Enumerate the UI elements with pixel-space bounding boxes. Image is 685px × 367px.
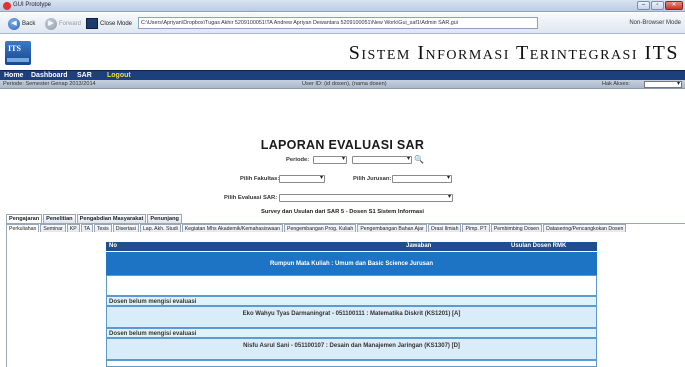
table-row: Dosen belum mengisi evaluasi	[106, 296, 597, 306]
row-status: Dosen belum mengisi evaluasi	[109, 299, 197, 305]
logo-text: ITS	[8, 44, 21, 53]
window-titlebar: GUI Prototype – ▫ ✕	[0, 0, 685, 12]
table-row: Dosen belum mengisi evaluasi	[106, 328, 597, 338]
faculty-select[interactable]	[279, 174, 325, 183]
browser-mode-label: Non-Browser Mode	[629, 20, 681, 26]
row-course: Eko Wahyu Tyas Darmaningrat - 051100111 …	[242, 311, 461, 317]
user-info: User ID: (id dosen), (nama dosen)	[302, 81, 387, 87]
close-mode-label: Close Mode	[100, 20, 133, 27]
main-menu: Home Dashboard SAR Logout	[0, 70, 685, 80]
subtab-kegiatan-mhs[interactable]: Kegiatan Mhs Akademik/Kemahasiswaan	[181, 224, 283, 232]
menu-sar[interactable]: SAR	[77, 71, 92, 80]
address-field[interactable]: C:\Users\Apriyan\Dropbox\Tugas Akhir 520…	[138, 17, 538, 29]
subtab-lap-akh-studi[interactable]: Lap. Akh. Studi	[139, 224, 181, 232]
subtab-datasering[interactable]: Datasering/Pencangkokan Dosen	[543, 224, 627, 232]
menu-logout[interactable]: Logout	[107, 71, 131, 80]
tab-penelitian[interactable]: Penelitian	[43, 214, 76, 223]
col-proposal: Usulan Dosen RMK	[511, 243, 567, 249]
period-select-1[interactable]	[313, 155, 347, 164]
sub-tabs: Perkuliahan Seminar KP TA Tesis Disertas…	[6, 223, 685, 232]
subtab-perkuliahan[interactable]: Perkuliahan	[6, 224, 40, 232]
menu-dashboard[interactable]: Dashboard	[31, 71, 68, 80]
subtab-disertasi[interactable]: Disertasi	[112, 224, 139, 232]
window-controls: – ▫ ✕	[637, 1, 683, 10]
forward-arrow-icon: ▶	[45, 17, 57, 30]
main-tabs: Pengajaran Penelitian Pengabdian Masyara…	[6, 214, 182, 224]
col-no: No	[109, 243, 117, 249]
window-title: GUI Prototype	[13, 2, 52, 8]
table-header: No Jawaban Usulan Dosen RMK	[106, 242, 597, 251]
close-mode-icon	[86, 18, 98, 29]
row-course: Nisfu Asrul Sani - 051100107 : Desain da…	[243, 343, 460, 349]
department-label: Pilih Jurusan:	[353, 176, 392, 182]
forward-label: Forward	[59, 20, 82, 27]
access-select[interactable]	[644, 80, 682, 88]
department-select[interactable]	[392, 174, 452, 183]
subtab-kp[interactable]: KP	[66, 224, 80, 232]
minimize-icon[interactable]: –	[637, 1, 650, 10]
row-status: Dosen belum mengisi evaluasi	[109, 331, 197, 337]
evaluation-label: Pilih Evaluasi SAR:	[224, 195, 278, 201]
faculty-label: Pilih Fakultas:	[240, 176, 280, 182]
subtab-orasi-ilmiah[interactable]: Orasi Ilmiah	[427, 224, 462, 232]
subtab-pengembangan-prog[interactable]: Pengembangan Prog. Kuliah	[283, 224, 357, 232]
subtab-pembimbing-dosen[interactable]: Pembimbing Dosen	[490, 224, 543, 232]
info-bar: Periode: Semester Genap 2013/2014 User I…	[0, 80, 685, 89]
table-row-blank	[106, 275, 597, 296]
evaluation-table: No Jawaban Usulan Dosen RMK Rumpun Mata …	[106, 242, 597, 367]
system-name: Sistem Informasi Terintegrasi ITS	[348, 42, 679, 64]
tab-penunjang[interactable]: Penunjang	[147, 214, 182, 223]
report-title: LAPORAN EVALUASI SAR	[260, 138, 425, 152]
table-row: Eko Wahyu Tyas Darmaningrat - 051100111 …	[106, 306, 597, 328]
group-title: Rumpun Mata Kuliah : Umum dan Basic Scie…	[106, 252, 597, 275]
menu-home[interactable]: Home	[4, 71, 23, 80]
subtab-ta[interactable]: TA	[80, 224, 93, 232]
site-header: ITS Sistem Informasi Terintegrasi ITS	[0, 35, 685, 70]
close-mode-button[interactable]: Close Mode	[86, 17, 132, 30]
subtab-pimp-pt[interactable]: Pimp. PT	[462, 224, 490, 232]
access-label: Hak Akses:	[602, 81, 630, 87]
maximize-icon[interactable]: ▫	[651, 1, 664, 10]
table-row	[106, 360, 597, 367]
forward-button[interactable]: ▶ Forward	[45, 17, 81, 30]
back-arrow-icon: ◀	[8, 17, 20, 30]
subtab-pengembangan-bahan[interactable]: Pengembangan Bahan Ajar	[357, 224, 427, 232]
period-label: Periode:	[286, 157, 310, 163]
period-info: Periode: Semester Genap 2013/2014	[3, 81, 96, 87]
search-icon[interactable]: 🔍	[414, 156, 424, 165]
subtab-tesis[interactable]: Tesis	[93, 224, 112, 232]
col-answer: Jawaban	[406, 243, 432, 249]
tab-pengabdian[interactable]: Pengabdian Masyarakat	[76, 214, 147, 223]
its-logo: ITS	[5, 41, 31, 65]
back-button[interactable]: ◀ Back	[8, 17, 35, 30]
period-select-2[interactable]	[352, 155, 412, 164]
evaluation-select[interactable]	[279, 193, 453, 202]
app-icon	[3, 2, 11, 10]
close-icon[interactable]: ✕	[665, 1, 683, 10]
back-label: Back	[22, 20, 36, 27]
browser-toolbar: ◀ Back ▶ Forward Close Mode C:\Users\Apr…	[0, 13, 685, 34]
subtab-seminar[interactable]: Seminar	[40, 224, 66, 232]
table-row: Nisfu Asrul Sani - 051100107 : Desain da…	[106, 338, 597, 360]
